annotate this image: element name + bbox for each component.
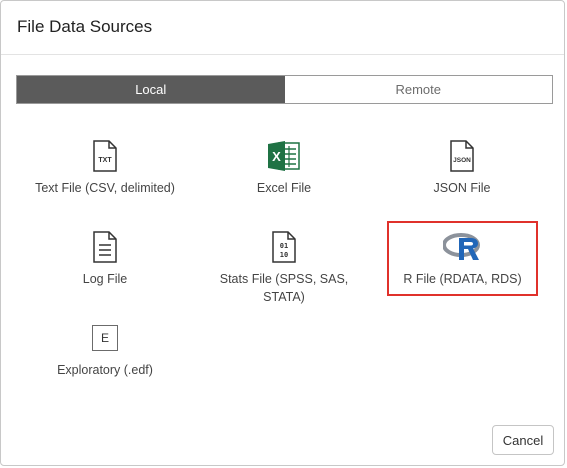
dialog-title: File Data Sources xyxy=(17,17,153,36)
excel-file-source[interactable]: X Excel File xyxy=(209,139,359,207)
stats-file-source[interactable]: 01 10 Stats File (SPSS, SAS, STATA) xyxy=(209,230,359,308)
excel-file-label: Excel File xyxy=(256,181,312,195)
r-logo-icon xyxy=(442,230,483,264)
exploratory-file-label: Exploratory (.edf) xyxy=(57,363,153,377)
log-file-label: Log File xyxy=(82,272,128,286)
exploratory-file-source[interactable]: E Exploratory (.edf) xyxy=(30,321,180,389)
exploratory-e-box: E xyxy=(92,325,118,351)
binary-file-icon: 01 10 xyxy=(264,230,304,264)
svg-text:X: X xyxy=(272,149,281,164)
json-file-source[interactable]: JSON JSON File xyxy=(387,139,537,207)
svg-text:TXT: TXT xyxy=(98,157,112,164)
svg-text:01: 01 xyxy=(280,242,288,250)
source-location-toggle: Local Remote xyxy=(16,75,553,104)
excel-icon: X xyxy=(264,139,304,173)
stats-file-label: Stats File (SPSS, SAS, STATA) xyxy=(219,272,349,304)
r-file-source[interactable]: R File (RDATA, RDS) xyxy=(387,221,538,296)
svg-text:JSON: JSON xyxy=(453,157,471,164)
json-file-label: JSON File xyxy=(433,181,491,195)
log-file-source[interactable]: Log File xyxy=(30,230,180,298)
cancel-button[interactable]: Cancel xyxy=(492,425,554,455)
txt-file-icon: TXT xyxy=(85,139,125,173)
r-file-label: R File (RDATA, RDS) xyxy=(403,272,522,286)
remote-toggle-button[interactable]: Remote xyxy=(284,76,552,103)
exploratory-e-icon: E xyxy=(85,321,125,355)
text-file-source[interactable]: TXT Text File (CSV, delimited) xyxy=(30,139,180,207)
json-file-icon: JSON xyxy=(442,139,482,173)
header-divider xyxy=(1,54,564,55)
svg-text:10: 10 xyxy=(280,251,288,259)
log-file-icon xyxy=(85,230,125,264)
text-file-label: Text File (CSV, delimited) xyxy=(35,181,175,195)
local-toggle-button[interactable]: Local xyxy=(17,76,285,103)
file-data-sources-dialog: File Data Sources Local Remote TXT Text … xyxy=(0,0,565,466)
